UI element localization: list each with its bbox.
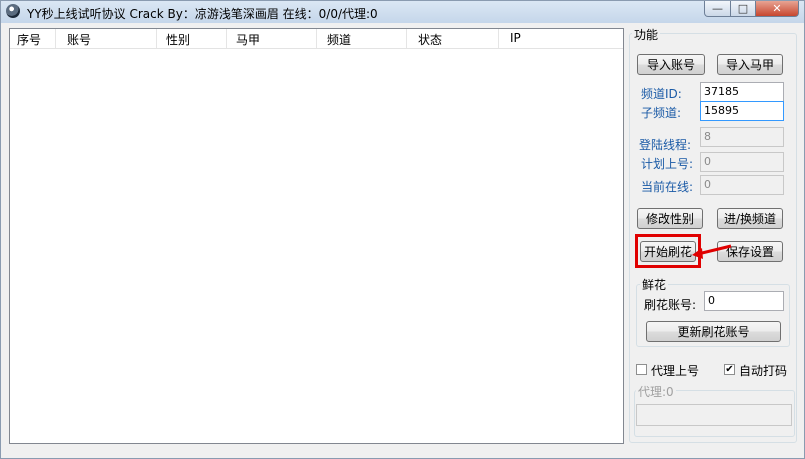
maximize-button[interactable]: □	[730, 1, 756, 17]
channel-id-input[interactable]: 37185	[700, 82, 784, 102]
save-settings-button[interactable]: 保存设置	[717, 241, 783, 262]
proxy-input	[636, 404, 792, 426]
column-header-status[interactable]: 状态	[418, 31, 442, 48]
column-divider[interactable]	[406, 29, 407, 48]
switch-channel-button[interactable]: 进/换频道	[717, 208, 783, 229]
auto-captcha-checkbox[interactable]: ✔	[724, 364, 735, 375]
column-header-index[interactable]: 序号	[17, 31, 41, 48]
column-header-gender[interactable]: 性别	[166, 31, 190, 48]
auto-captcha-label[interactable]: 自动打码	[739, 362, 787, 379]
login-threads-input: 8	[700, 127, 784, 147]
window-title: YY秒上线试听协议 Crack By：凉游浅笔深画眉 在线：0/0/代理:0	[27, 7, 378, 21]
column-divider[interactable]	[316, 29, 317, 48]
app-window: YY秒上线试听协议 Crack By：凉游浅笔深画眉 在线：0/0/代理:0 —…	[0, 0, 805, 459]
flower-group-title: 鲜花	[640, 276, 669, 293]
online-now-label: 当前在线:	[641, 180, 694, 194]
column-header-channel[interactable]: 频道	[327, 31, 351, 48]
sub-channel-input[interactable]: 15895	[700, 101, 784, 121]
plan-accounts-input: 0	[700, 152, 784, 172]
change-gender-button[interactable]: 修改性别	[637, 208, 703, 229]
column-divider[interactable]	[226, 29, 227, 48]
function-group-title: 功能	[632, 26, 661, 43]
highlight-annotation-box	[635, 234, 701, 268]
plan-accounts-label: 计划上号:	[641, 157, 694, 171]
list-header: 序号 账号 性别 马甲 频道 状态 IP	[10, 29, 623, 49]
update-flower-account-button[interactable]: 更新刷花账号	[646, 321, 781, 342]
sub-channel-label: 子频道:	[641, 106, 682, 120]
flower-account-input[interactable]: 0	[704, 291, 784, 311]
column-header-account[interactable]: 账号	[67, 31, 91, 48]
proxy-login-checkbox[interactable]	[636, 364, 647, 375]
proxy-login-label[interactable]: 代理上号	[651, 362, 699, 379]
flower-account-label: 刷花账号:	[644, 298, 697, 312]
close-button[interactable]: ✕	[755, 1, 799, 17]
column-header-ip[interactable]: IP	[510, 31, 521, 45]
app-logo-icon	[6, 4, 20, 18]
channel-id-label: 频道ID:	[641, 87, 682, 101]
minimize-button[interactable]: —	[704, 1, 731, 17]
column-divider[interactable]	[498, 29, 499, 48]
column-header-vest[interactable]: 马甲	[236, 31, 260, 48]
account-list[interactable]: 序号 账号 性别 马甲 频道 状态 IP	[9, 28, 624, 444]
title-bar[interactable]: YY秒上线试听协议 Crack By：凉游浅笔深画眉 在线：0/0/代理:0 —…	[1, 1, 804, 23]
online-now-input: 0	[700, 175, 784, 195]
import-accounts-button[interactable]: 导入账号	[637, 54, 705, 75]
column-divider[interactable]	[55, 29, 56, 48]
proxy-group-title: 代理:0	[636, 383, 676, 400]
login-threads-label: 登陆线程:	[639, 138, 692, 152]
import-vests-button[interactable]: 导入马甲	[717, 54, 783, 75]
column-divider[interactable]	[156, 29, 157, 48]
